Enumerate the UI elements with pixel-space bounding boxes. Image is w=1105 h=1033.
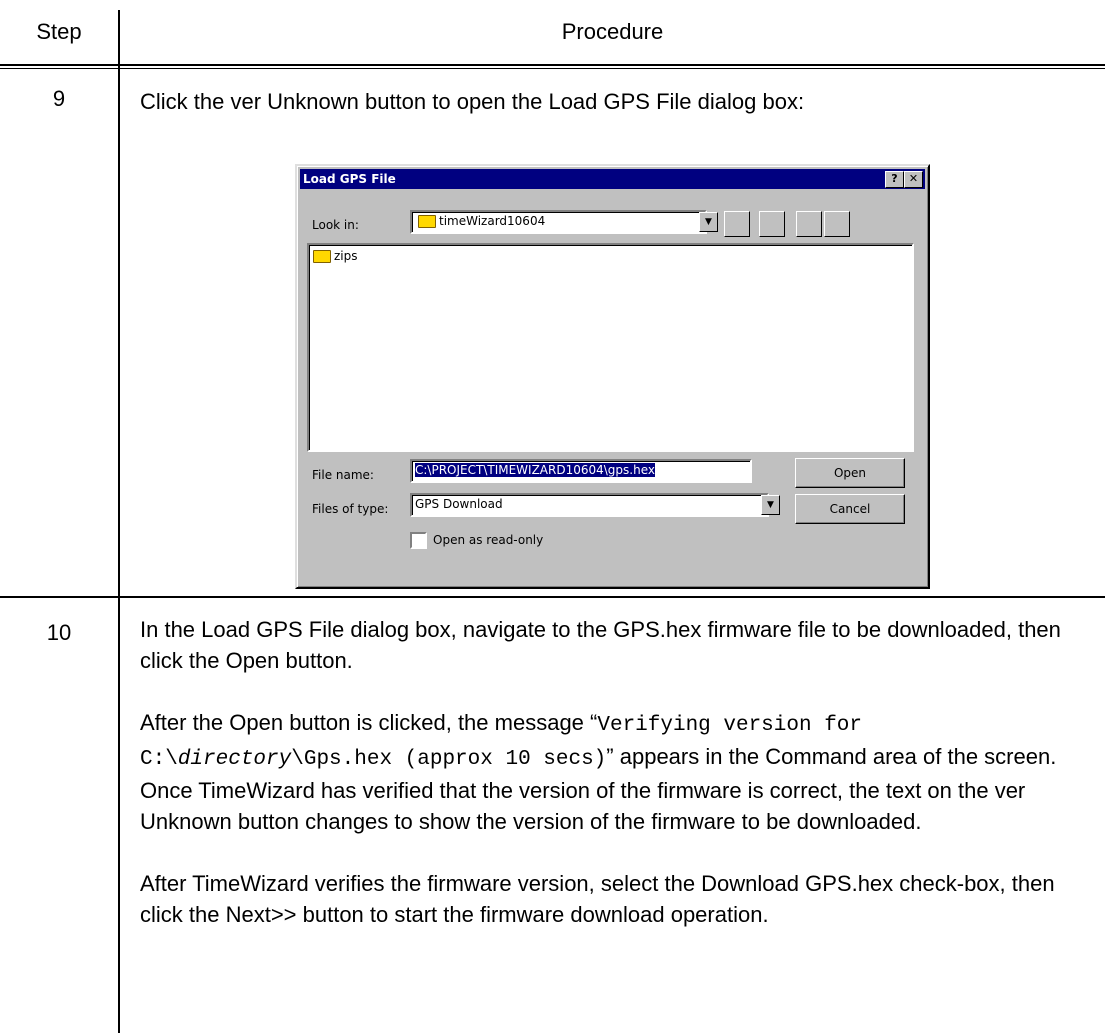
look-in-dropdown-arrow-icon[interactable]: ▼ [699,212,718,232]
close-button[interactable]: ✕ [904,171,923,188]
cancel-button[interactable]: Cancel [795,494,905,524]
folder-icon [313,250,331,263]
step-text: In the Load GPS File dialog box, navigat… [140,614,1090,930]
look-in-combo[interactable]: timeWizard10604 [410,210,707,234]
look-in-value: timeWizard10604 [439,214,546,228]
dialog-titlebar: Load GPS File ? ✕ [300,169,925,189]
files-of-type-value: GPS Download [415,497,503,511]
list-item-label: zips [334,249,358,263]
dialog-title: Load GPS File [303,172,396,186]
paragraph-2: After the Open button is clicked, the me… [140,710,1057,834]
step-text: Click the ver Unknown button to open the… [140,89,805,114]
step-number: 9 [52,86,66,111]
column-divider [118,10,120,1033]
list-view-icon[interactable] [796,211,822,237]
help-button[interactable]: ? [885,171,904,188]
read-only-label: Open as read-only [433,533,544,547]
file-name-field[interactable]: C:\PROJECT\TIMEWIZARD10604\gps.hex [410,459,752,483]
files-of-type-label: Files of type: [312,502,389,516]
procedure-header: Procedure [561,19,664,44]
files-of-type-dropdown-arrow-icon[interactable]: ▼ [761,495,780,515]
folder-icon [418,215,436,228]
row-divider [0,596,1105,598]
header-rule-1 [0,64,1105,66]
file-list[interactable]: zips [307,243,914,452]
files-of-type-combo[interactable]: GPS Download [410,493,769,517]
step-header: Step [36,19,82,44]
step-number: 10 [46,620,72,645]
paragraph-3: After TimeWizard verifies the firmware v… [140,871,1055,927]
details-view-icon[interactable] [824,211,850,237]
file-name-value: C:\PROJECT\TIMEWIZARD10604\gps.hex [415,463,655,477]
look-in-label: Look in: [312,218,359,232]
new-folder-icon[interactable] [759,211,785,237]
up-one-level-icon[interactable] [724,211,750,237]
file-name-label: File name: [312,468,374,482]
list-item[interactable]: zips [313,249,358,263]
paragraph-1: In the Load GPS File dialog box, navigat… [140,617,1061,673]
load-gps-file-dialog: Load GPS File ? ✕ Look in: timeWizard106… [295,164,930,589]
open-button[interactable]: Open [795,458,905,488]
read-only-checkbox[interactable] [410,532,427,549]
header-rule-2 [0,68,1105,69]
